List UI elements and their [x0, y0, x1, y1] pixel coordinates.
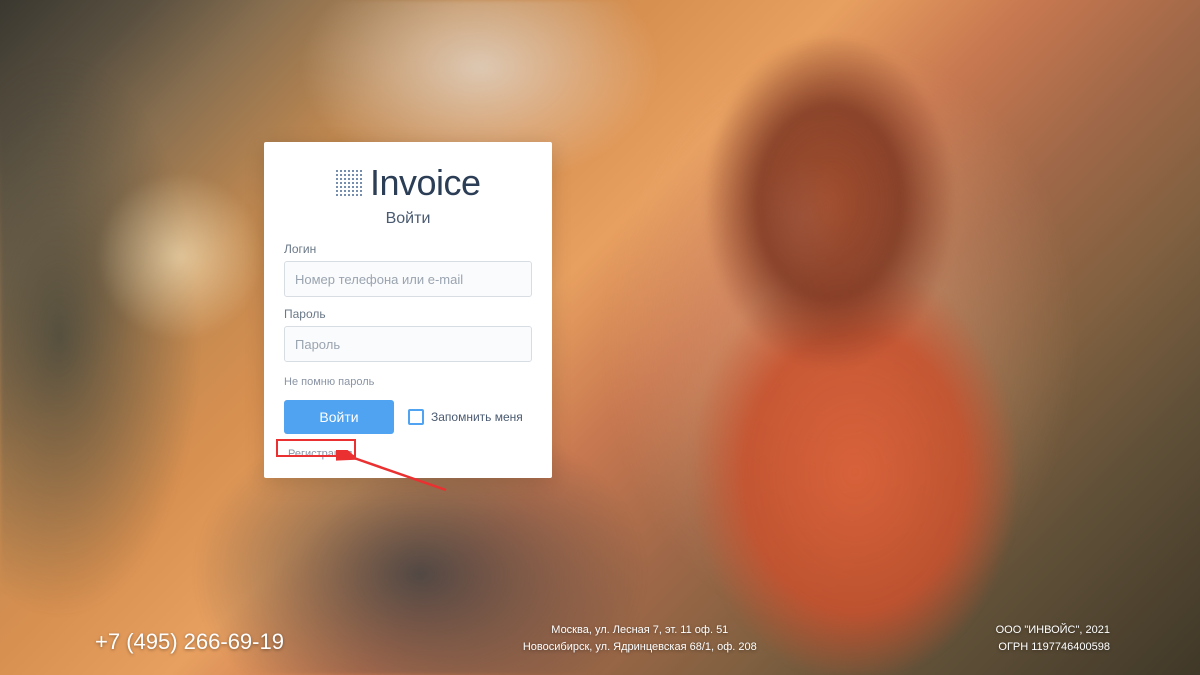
footer-address-1: Москва, ул. Лесная 7, эт. 11 оф. 51 [523, 622, 757, 639]
logo: Invoice [284, 162, 532, 204]
password-input[interactable] [284, 326, 532, 362]
action-row: Войти Запомнить меня [284, 400, 532, 434]
checkbox-icon [408, 409, 424, 425]
footer-address-2: Новосибирск, ул. Ядринцевская 68/1, оф. … [523, 639, 757, 656]
login-input[interactable] [284, 261, 532, 297]
remember-label: Запомнить меня [431, 410, 523, 424]
footer-phone[interactable]: +7 (495) 266-69-19 [95, 629, 284, 655]
footer-addresses: Москва, ул. Лесная 7, эт. 11 оф. 51 Ново… [523, 622, 757, 655]
login-label: Логин [284, 242, 532, 256]
footer: +7 (495) 266-69-19 Москва, ул. Лесная 7,… [0, 622, 1200, 655]
forgot-password-link[interactable]: Не помню пароль [284, 376, 374, 388]
footer-company-info: ООО "ИНВОЙС", 2021 ОГРН 1197746400598 [996, 622, 1110, 655]
background-person [580, 0, 1080, 675]
footer-company: ООО "ИНВОЙС", 2021 [996, 622, 1110, 639]
login-card: Invoice Войти Логин Пароль Не помню паро… [264, 142, 552, 478]
password-label: Пароль [284, 307, 532, 321]
register-link[interactable]: Регистрация [284, 446, 356, 462]
login-button[interactable]: Войти [284, 400, 394, 434]
logo-text: Invoice [370, 162, 481, 204]
login-title: Войти [284, 210, 532, 228]
logo-dots-icon [335, 169, 363, 197]
footer-ogrn: ОГРН 1197746400598 [996, 639, 1110, 656]
remember-me[interactable]: Запомнить меня [408, 409, 523, 425]
